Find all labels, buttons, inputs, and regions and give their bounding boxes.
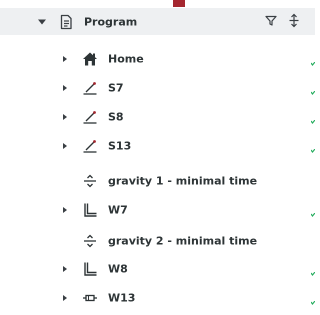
expand-caret-icon[interactable] (63, 56, 67, 62)
corner-move-icon (82, 202, 98, 218)
linear-move-icon (82, 138, 98, 154)
gripper-icon (82, 290, 98, 306)
expand-caret-icon[interactable] (63, 114, 67, 120)
corner-move-icon (82, 261, 98, 277)
tree-item-w13[interactable]: W13 (0, 283, 315, 313)
linear-move-icon (82, 109, 98, 125)
collapse-caret-icon[interactable] (38, 19, 46, 24)
program-header[interactable]: Program (0, 8, 315, 35)
gravity-icon (82, 173, 98, 189)
tree-item-label: W13 (108, 291, 136, 305)
check-mark-icon (311, 120, 315, 124)
top-accent-bar (173, 0, 185, 7)
tree-item-s13[interactable]: S13 (0, 131, 315, 161)
tree-item-s7[interactable]: S7 (0, 73, 315, 103)
expand-caret-icon[interactable] (63, 85, 67, 91)
expand-caret-icon[interactable] (63, 143, 67, 149)
linear-move-icon (82, 80, 98, 96)
page-title: Program (84, 15, 138, 28)
expand-caret-icon[interactable] (63, 295, 67, 301)
expand-caret-icon[interactable] (63, 266, 67, 272)
sort-icon[interactable] (288, 13, 300, 30)
expand-caret-icon[interactable] (63, 207, 67, 213)
tree-item-gravity-1[interactable]: gravity 1 - minimal time (0, 166, 315, 196)
tree-item-gravity-2[interactable]: gravity 2 - minimal time (0, 226, 315, 256)
tree-item-label: W8 (108, 262, 128, 276)
tree-item-label: S8 (108, 110, 124, 124)
check-mark-icon (311, 62, 315, 66)
check-mark-icon (311, 149, 315, 153)
tree-item-label: gravity 2 - minimal time (108, 234, 258, 248)
tree-item-label: W7 (108, 203, 128, 217)
check-mark-icon (311, 272, 315, 276)
tree-item-label: S7 (108, 81, 124, 95)
check-mark-icon (311, 213, 315, 217)
tree-item-label: Home (108, 52, 144, 66)
tree-item-w8[interactable]: W8 (0, 254, 315, 284)
tree-item-w7[interactable]: W7 (0, 195, 315, 225)
document-icon (58, 14, 74, 30)
tree-item-label: S13 (108, 139, 132, 153)
gravity-icon (82, 233, 98, 249)
check-mark-icon (311, 91, 315, 95)
home-icon (82, 51, 98, 67)
tree-item-home[interactable]: Home (0, 44, 315, 74)
tree-item-s8[interactable]: S8 (0, 102, 315, 132)
check-mark-icon (311, 301, 315, 305)
filter-icon[interactable] (265, 14, 277, 29)
tree-item-label: gravity 1 - minimal time (108, 174, 258, 188)
